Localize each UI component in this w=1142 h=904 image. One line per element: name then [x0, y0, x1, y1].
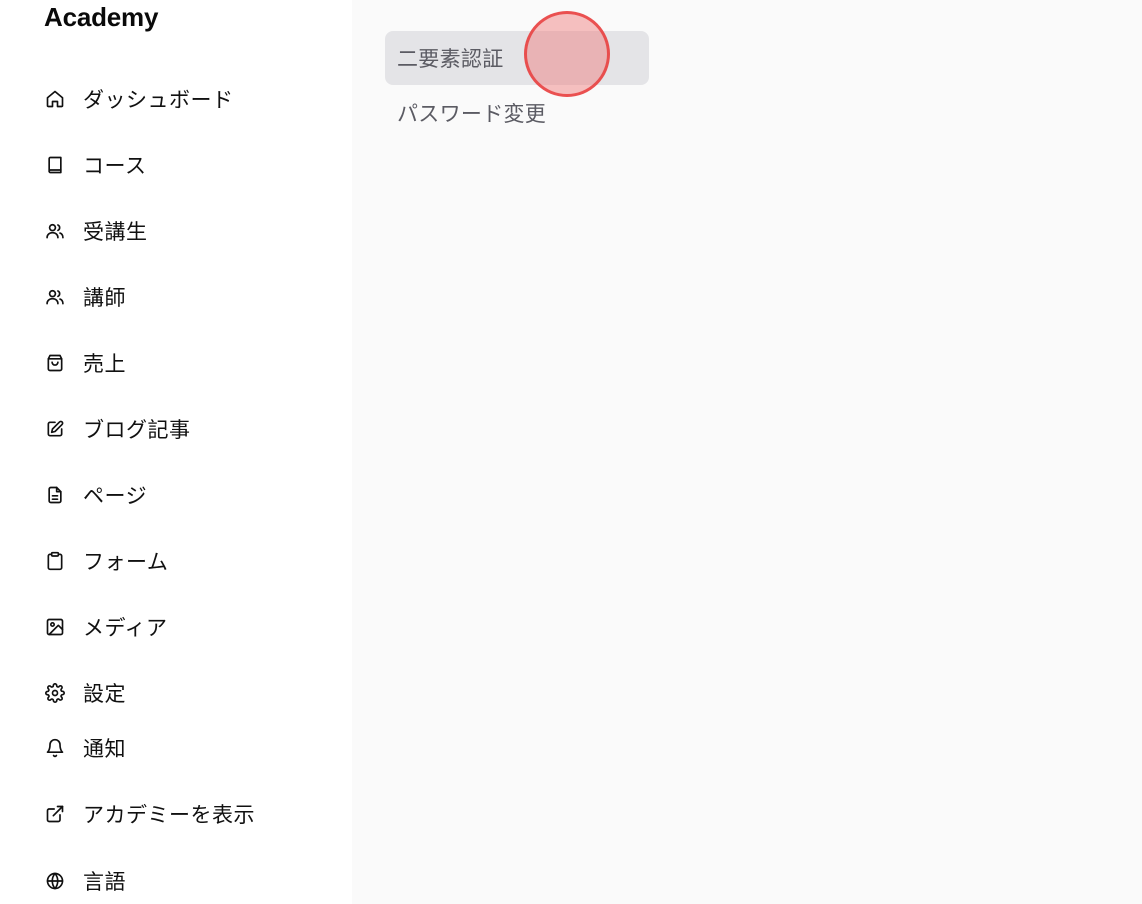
sidebar-item-language[interactable]: 言語: [44, 864, 334, 898]
sidebar-item-label: コース: [83, 154, 147, 178]
sidebar-item-label: 言語: [83, 870, 126, 894]
sidebar-item-forms[interactable]: フォーム: [44, 544, 334, 578]
sidebar-item-label: ブログ記事: [83, 418, 191, 442]
sidebar-item-students[interactable]: 受講生: [44, 214, 334, 248]
users-icon: [44, 286, 66, 308]
sidebar-item-label: メディア: [83, 616, 168, 640]
edit-icon: [44, 418, 66, 440]
sidebar-item-courses[interactable]: コース: [44, 148, 334, 182]
sidebar-item-label: 設定: [83, 682, 126, 706]
file-text-icon: [44, 484, 66, 506]
book-icon: [44, 154, 66, 176]
users-icon: [44, 220, 66, 242]
brand-logo-text[interactable]: Academy: [44, 2, 158, 33]
home-icon: [44, 88, 66, 110]
sidebar-item-label: 受講生: [83, 220, 148, 244]
sidebar-item-label: 講師: [83, 286, 126, 310]
bell-icon: [44, 737, 66, 759]
sidebar-item-label: ページ: [83, 484, 148, 508]
sidebar-item-pages[interactable]: ページ: [44, 478, 334, 512]
sidebar-item-label: フォーム: [83, 550, 169, 574]
sidebar-item-view-academy[interactable]: アカデミーを表示: [44, 797, 334, 831]
external-link-icon: [44, 803, 66, 825]
clipboard-icon: [44, 550, 66, 572]
sidebar-item-dashboard[interactable]: ダッシュボード: [44, 82, 334, 116]
shopping-bag-icon: [44, 352, 66, 374]
sidebar-item-instructors[interactable]: 講師: [44, 280, 334, 314]
submenu-item-change-password[interactable]: パスワード変更: [385, 86, 649, 140]
sidebar-item-label: ダッシュボード: [83, 88, 234, 112]
sidebar-item-media[interactable]: メディア: [44, 610, 334, 644]
sidebar-item-sales[interactable]: 売上: [44, 346, 334, 380]
sidebar: Academy ダッシュボード コース 受講生 講師 売上 ブログ記事 ページ …: [0, 0, 352, 904]
sidebar-item-settings[interactable]: 設定: [44, 676, 334, 710]
sidebar-item-label: 通知: [83, 737, 126, 761]
sidebar-item-blog-posts[interactable]: ブログ記事: [44, 412, 334, 446]
sidebar-item-label: 売上: [83, 352, 126, 376]
sidebar-item-label: アカデミーを表示: [83, 803, 255, 827]
sidebar-item-notifications[interactable]: 通知: [44, 731, 334, 765]
image-icon: [44, 616, 66, 638]
gear-icon: [44, 682, 66, 704]
globe-icon: [44, 870, 66, 892]
submenu-item-two-factor-auth[interactable]: 二要素認証: [385, 31, 649, 85]
